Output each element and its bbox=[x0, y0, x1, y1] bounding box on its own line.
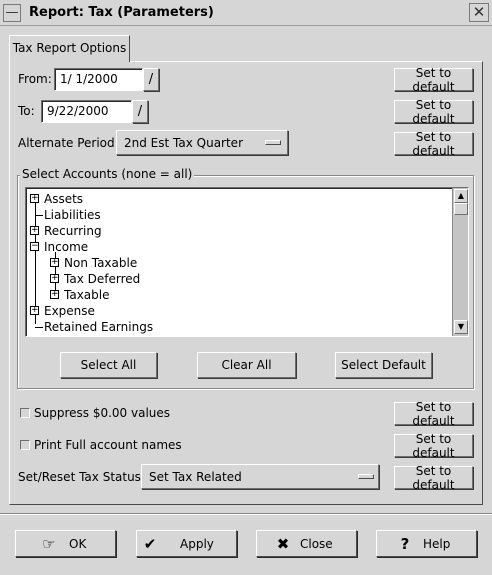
alternate-period-value: 2nd Est Tax Quarter bbox=[124, 135, 243, 150]
window-menu-icon[interactable]: — bbox=[3, 4, 21, 22]
tax-status-value: Set Tax Related bbox=[149, 469, 242, 484]
suppress-set-default-button[interactable]: Set to default bbox=[394, 400, 473, 428]
alternate-period-select[interactable]: 2nd Est Tax Quarter bbox=[116, 130, 288, 155]
from-set-default-button[interactable]: Set to default bbox=[394, 66, 473, 94]
period-set-default-button[interactable]: Set to default bbox=[394, 130, 473, 158]
from-label: From: bbox=[18, 72, 52, 86]
expand-icon[interactable]: + bbox=[50, 258, 59, 267]
to-set-default-button[interactable]: Set to default bbox=[394, 98, 473, 126]
print-full-names-label: Print Full account names bbox=[34, 438, 182, 452]
expand-icon[interactable]: + bbox=[30, 194, 39, 203]
checkmark-icon: ✔ bbox=[143, 535, 157, 553]
close-label: Close bbox=[300, 537, 333, 551]
tax-status-set-default-button[interactable]: Set to default bbox=[394, 464, 473, 492]
tree-item-label: Taxable bbox=[64, 288, 110, 302]
ok-button[interactable]: ☞ OK bbox=[15, 530, 116, 557]
tree-line bbox=[35, 327, 43, 328]
expand-icon[interactable]: + bbox=[30, 226, 39, 235]
select-accounts-label: Select Accounts (none = all) bbox=[20, 167, 195, 181]
dropdown-indicator-icon bbox=[265, 140, 281, 145]
x-icon: ✖ bbox=[276, 535, 290, 553]
suppress-zero-checkbox[interactable] bbox=[20, 408, 30, 418]
expand-icon[interactable]: + bbox=[30, 306, 39, 315]
select-default-button[interactable]: Select Default bbox=[335, 352, 432, 378]
print-names-set-default-button[interactable]: Set to default bbox=[394, 432, 473, 460]
accounts-scrollbar[interactable]: ▲ ▼ bbox=[452, 188, 468, 336]
from-calendar-icon[interactable]: / bbox=[143, 68, 159, 91]
to-calendar-icon[interactable]: / bbox=[132, 100, 148, 123]
tab-tax-report-options[interactable]: Tax Report Options bbox=[9, 35, 130, 62]
select-all-button[interactable]: Select All bbox=[60, 352, 157, 378]
expand-icon[interactable]: + bbox=[50, 290, 59, 299]
tree-line bbox=[35, 215, 43, 216]
close-button[interactable]: ✖ Close bbox=[256, 530, 357, 557]
tax-status-label: Set/Reset Tax Status: bbox=[18, 470, 145, 484]
question-mark-icon: ? bbox=[400, 535, 410, 553]
tax-status-select[interactable]: Set Tax Related bbox=[141, 464, 379, 489]
hand-ok-icon: ☞ bbox=[42, 535, 56, 553]
to-date-input[interactable]: 9/22/2000 bbox=[41, 100, 132, 123]
window-close-icon[interactable]: ✕ bbox=[469, 3, 489, 22]
tree-item-label: Retained Earnings bbox=[44, 320, 154, 334]
scroll-up-icon[interactable]: ▲ bbox=[454, 189, 468, 203]
tree-item-label: Tax Deferred bbox=[64, 272, 141, 286]
alternate-period-label: Alternate Period: bbox=[18, 136, 119, 150]
dropdown-indicator-icon bbox=[358, 474, 374, 479]
scroll-down-icon[interactable]: ▼ bbox=[454, 320, 468, 334]
collapse-icon[interactable]: − bbox=[30, 242, 39, 251]
separator bbox=[0, 513, 492, 515]
tree-item-label: Non Taxable bbox=[64, 256, 138, 270]
title-bar: — Report: Tax (Parameters) ✕ bbox=[0, 0, 492, 26]
tree-item-label: Expense bbox=[44, 304, 95, 318]
to-label: To: bbox=[18, 104, 35, 118]
expand-icon[interactable]: + bbox=[50, 274, 59, 283]
accounts-tree[interactable]: + Assets Liabilities + Recurring − Incom… bbox=[25, 187, 469, 337]
tree-item-label: Income bbox=[44, 240, 89, 254]
tree-item-label: Assets bbox=[44, 192, 84, 206]
window-title: Report: Tax (Parameters) bbox=[29, 5, 214, 20]
ok-label: OK bbox=[69, 537, 87, 551]
tree-item-label: Liabilities bbox=[44, 208, 101, 222]
print-full-names-checkbox[interactable] bbox=[20, 440, 30, 450]
clear-all-button[interactable]: Clear All bbox=[197, 352, 296, 378]
suppress-zero-label: Suppress $0.00 values bbox=[34, 406, 171, 420]
scrollbar-thumb[interactable] bbox=[454, 203, 468, 215]
apply-label: Apply bbox=[180, 537, 214, 551]
help-button[interactable]: ? Help bbox=[376, 530, 477, 557]
apply-button[interactable]: ✔ Apply bbox=[136, 530, 237, 557]
help-label: Help bbox=[423, 537, 451, 551]
tree-item-label: Recurring bbox=[44, 224, 102, 238]
from-date-input[interactable]: 1/ 1/2000 bbox=[54, 68, 143, 91]
